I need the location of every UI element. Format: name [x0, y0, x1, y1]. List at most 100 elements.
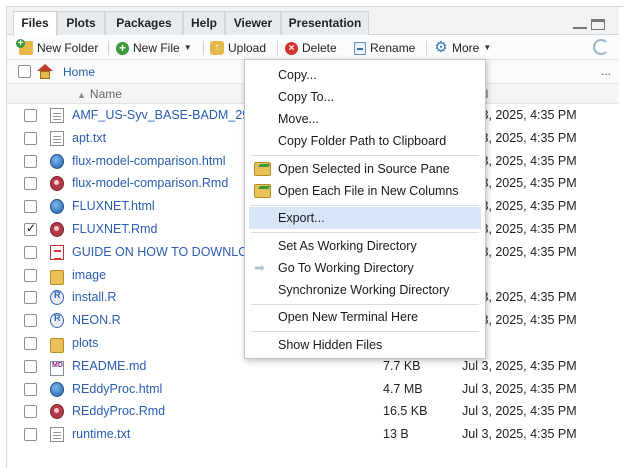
upload-label: Upload: [228, 41, 267, 55]
refresh-icon[interactable]: [593, 39, 609, 55]
row-checkbox[interactable]: [24, 177, 37, 191]
row-checkbox[interactable]: [24, 291, 37, 305]
row-checkbox[interactable]: [24, 200, 37, 214]
more-button[interactable]: ⚙ More ▼: [434, 39, 491, 57]
tab-files[interactable]: Files: [13, 11, 57, 36]
menu-item-copy-to[interactable]: Copy To...: [245, 86, 485, 108]
tab-packages[interactable]: Packages: [105, 11, 183, 35]
upload-button[interactable]: ↑ Upload: [210, 39, 266, 57]
row-checkbox[interactable]: [24, 109, 37, 122]
tab-presentation[interactable]: Presentation: [281, 11, 369, 35]
tab-help[interactable]: Help: [183, 11, 225, 35]
menu-item-synchronize-working-directory[interactable]: Synchronize Working Directory: [245, 279, 485, 301]
column-header-name[interactable]: Name: [77, 87, 122, 101]
text-file-icon: [50, 108, 64, 123]
menu-item-open-terminal[interactable]: Open New Terminal Here: [245, 306, 485, 328]
select-all-checkbox[interactable]: [18, 65, 31, 78]
pane-window-controls: [573, 19, 605, 30]
row-checkbox[interactable]: [24, 221, 37, 236]
new-folder-button[interactable]: New Folder: [16, 39, 98, 57]
delete-button[interactable]: × Delete: [285, 39, 337, 57]
markdown-file-icon: [50, 360, 64, 376]
menu-item-label: Go To Working Directory: [278, 261, 414, 275]
r-script-icon: [50, 290, 64, 306]
home-icon[interactable]: [37, 64, 53, 79]
open-file-icon: [254, 162, 271, 176]
menu-item-set-working-directory[interactable]: Set As Working Directory: [245, 235, 485, 257]
toolbar-divider: [203, 41, 204, 55]
more-context-menu: Copy... Copy To... Move... Copy Folder P…: [244, 59, 486, 359]
menu-divider: [251, 155, 479, 156]
minimize-icon[interactable]: [573, 19, 587, 29]
file-modified: Jul 3, 2025, 4:35 PM: [462, 381, 577, 396]
toolbar-divider: [108, 41, 109, 55]
file-name-link[interactable]: install.R: [72, 290, 116, 304]
rename-button[interactable]: Rename: [354, 39, 415, 57]
menu-item-label: Open Each File in New Columns: [278, 184, 459, 198]
pane-tab-bar: Files Plots Packages Help Viewer Present…: [7, 7, 619, 36]
file-size: 4.7 MB: [383, 381, 423, 396]
row-checkbox[interactable]: [24, 405, 37, 419]
row-checkbox[interactable]: [24, 359, 37, 373]
row-checkbox[interactable]: [24, 268, 37, 282]
text-file-icon: [50, 130, 64, 146]
menu-item-copy[interactable]: Copy...: [245, 64, 485, 86]
maximize-icon[interactable]: [591, 19, 605, 30]
menu-item-go-to-working-directory[interactable]: ➡ Go To Working Directory: [245, 257, 485, 279]
file-modified: Jul 3, 2025, 4:35 PM: [462, 404, 577, 419]
more-label: More: [452, 41, 480, 55]
menu-item-open-in-columns[interactable]: Open Each File in New Columns: [245, 180, 485, 202]
file-name-link[interactable]: AMF_US-Syv_BASE-BADM_29-5: [72, 108, 260, 122]
rename-label: Rename: [370, 41, 416, 55]
file-name-link[interactable]: runtime.txt: [72, 427, 130, 441]
folder-icon: [50, 269, 64, 285]
file-name-link[interactable]: apt.txt: [72, 131, 106, 145]
file-name-link[interactable]: flux-model-comparison.html: [72, 154, 226, 168]
row-checkbox[interactable]: [24, 131, 37, 145]
tab-plots[interactable]: Plots: [57, 11, 105, 35]
file-name-link[interactable]: image: [72, 268, 106, 282]
file-name-link[interactable]: REddyProc.html: [72, 382, 162, 396]
delete-icon: ×: [285, 41, 298, 55]
row-checkbox[interactable]: [24, 154, 37, 168]
files-toolbar: New Folder + New File ▼ ↑ Upload × Delet…: [7, 36, 619, 60]
file-name-link[interactable]: flux-model-comparison.Rmd: [72, 176, 228, 190]
file-name-link[interactable]: REddyProc.Rmd: [72, 404, 165, 418]
file-modified: Jul 3, 2025, 4:35 PM: [462, 358, 577, 373]
file-row[interactable]: REddyProc.Rmd 16.5 KB Jul 3, 2025, 4:35 …: [7, 400, 619, 423]
file-row[interactable]: runtime.txt 13 B Jul 3, 2025, 4:35 PM: [7, 423, 619, 446]
row-checkbox[interactable]: [24, 245, 37, 259]
file-name-link[interactable]: GUIDE ON HOW TO DOWNLOA: [72, 245, 256, 259]
file-name-link[interactable]: FLUXNET.Rmd: [72, 222, 157, 236]
row-checkbox[interactable]: [24, 314, 37, 328]
menu-item-move[interactable]: Move...: [245, 108, 485, 130]
file-modified: Jul 3, 2025, 4:35 PM: [462, 427, 577, 442]
file-name-link[interactable]: README.md: [72, 359, 146, 373]
breadcrumb-home-link[interactable]: Home: [63, 65, 95, 79]
menu-item-export[interactable]: Export...: [249, 207, 481, 229]
chevron-down-icon: ▼: [483, 43, 492, 52]
file-name-link[interactable]: NEON.R: [72, 313, 121, 327]
menu-divider: [251, 205, 479, 206]
menu-item-copy-folder-path[interactable]: Copy Folder Path to Clipboard: [245, 130, 485, 152]
file-name-link[interactable]: FLUXNET.html: [72, 199, 155, 213]
go-to-directory-button[interactable]: ...: [601, 64, 611, 78]
delete-label: Delete: [302, 41, 337, 55]
menu-divider: [251, 304, 479, 305]
file-size: 16.5 KB: [383, 404, 428, 419]
menu-item-label: Open Selected in Source Pane: [278, 162, 450, 176]
menu-item-open-in-source[interactable]: Open Selected in Source Pane: [245, 158, 485, 180]
menu-item-show-hidden-files[interactable]: Show Hidden Files: [245, 334, 485, 356]
row-checkbox[interactable]: [24, 382, 37, 396]
row-checkbox[interactable]: [24, 428, 37, 442]
html-file-icon: [50, 199, 64, 215]
file-name-link[interactable]: plots: [72, 336, 98, 350]
arrow-right-icon: ➡: [254, 260, 265, 275]
text-file-icon: [50, 427, 64, 443]
pdf-file-icon: [50, 244, 64, 260]
tab-viewer[interactable]: Viewer: [225, 11, 281, 35]
new-file-button[interactable]: + New File ▼: [116, 39, 192, 57]
new-file-label: New File: [133, 41, 180, 55]
file-row[interactable]: REddyProc.html 4.7 MB Jul 3, 2025, 4:35 …: [7, 378, 619, 401]
row-checkbox[interactable]: [24, 336, 37, 350]
